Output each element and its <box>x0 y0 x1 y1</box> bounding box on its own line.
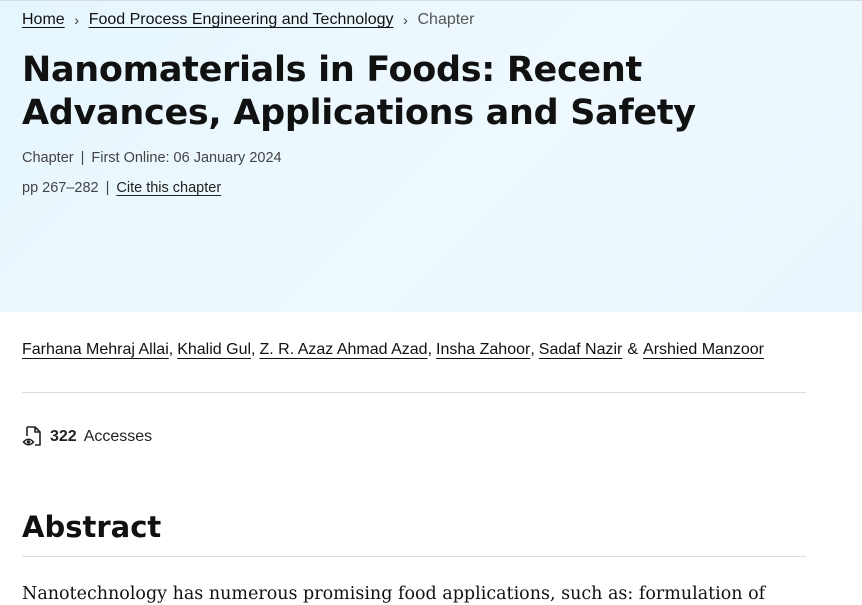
meta-separator: | <box>80 150 85 166</box>
content-type: Chapter <box>22 150 74 166</box>
chapter-header: Home › Food Process Engineering and Tech… <box>0 0 862 312</box>
author-link[interactable]: Z. R. Azaz Ahmad Azad <box>259 341 427 359</box>
author-link[interactable]: Khalid Gul <box>177 341 251 359</box>
breadcrumb-current: Chapter <box>417 11 475 28</box>
chevron-right-icon: › <box>74 12 80 28</box>
accesses-label: Accesses <box>83 428 153 445</box>
breadcrumb-home-link[interactable]: Home <box>22 11 65 29</box>
article-meta: Chapter | First Online: 06 January 2024 <box>22 150 282 166</box>
author-link[interactable]: Arshied Manzoor <box>643 341 764 359</box>
author-link[interactable]: Farhana Mehraj Allai <box>22 341 169 359</box>
accesses-metric: 322 Accesses <box>22 425 152 449</box>
author-separator: , <box>251 341 256 358</box>
author-separator: , <box>427 341 433 358</box>
document-eye-icon <box>22 426 41 446</box>
breadcrumb-book-link[interactable]: Food Process Engineering and Technology <box>89 11 394 29</box>
cite-chapter-link[interactable]: Cite this chapter <box>116 180 221 196</box>
author-link[interactable]: Insha Zahoor <box>436 341 530 359</box>
abstract-heading: Abstract <box>22 510 162 544</box>
section-divider <box>22 392 806 393</box>
page-range: pp 267–282 <box>22 180 99 196</box>
abstract-divider <box>22 556 806 557</box>
accesses-count: 322 <box>50 428 77 445</box>
breadcrumb: Home › Food Process Engineering and Tech… <box>22 9 474 31</box>
author-separator: , <box>168 341 174 358</box>
abstract-text: Nanotechnology has numerous promising fo… <box>22 584 766 604</box>
author-ampersand: & <box>627 341 639 358</box>
first-online-date: First Online: 06 January 2024 <box>91 150 282 166</box>
author-list: Farhana Mehraj Allai, Khalid Gul, Z. R. … <box>22 341 764 359</box>
meta-separator: | <box>105 180 110 196</box>
page-title: Nanomaterials in Foods: Recent Advances,… <box>22 50 696 133</box>
article-pages-row: pp 267–282 | Cite this chapter <box>22 180 221 196</box>
author-separator: , <box>530 341 535 358</box>
chevron-right-icon: › <box>403 12 408 28</box>
author-link[interactable]: Sadaf Nazir <box>539 341 623 359</box>
